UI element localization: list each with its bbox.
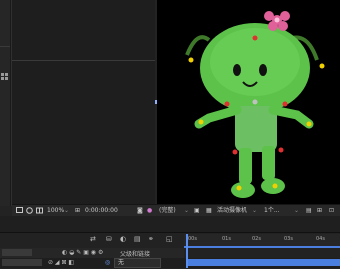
work-area-bar[interactable]	[184, 246, 340, 248]
timeline-tools: ⇄ ⛁ ◐ ▤ ⚭ ◱	[88, 234, 183, 246]
tick-label: 01s	[222, 236, 231, 242]
tools-strip	[0, 0, 11, 206]
zoom-select[interactable]: 100%	[47, 207, 64, 215]
av-switch-icons: ◐ ◒ ✎ ▣ ◉ ⚙	[62, 249, 104, 256]
comp-flowchart-icon[interactable]: ◱	[166, 235, 173, 243]
divider	[0, 46, 10, 47]
tick-label: 02s	[252, 236, 261, 242]
show-snapshot-icon[interactable]: ⊡	[329, 207, 334, 215]
tick-label: 00s	[188, 236, 197, 242]
layer-switches[interactable]: ⊘ ◢ ⊠ ◧	[48, 259, 74, 266]
camera-select[interactable]: 活动摄像机	[217, 207, 247, 215]
transparency-grid-icon[interactable]: ▦	[206, 207, 212, 215]
tick-label: 03s	[284, 236, 293, 242]
layer-header: ◐ ◒ ✎ ▣ ◉ ⚙ 父级和链接	[0, 248, 184, 258]
camera-snapshot-icon[interactable]: ◙	[137, 207, 143, 215]
parent-pickwhip-icon[interactable]: ◎	[105, 259, 110, 266]
divider	[12, 60, 155, 61]
project-panel	[11, 0, 155, 206]
composition-viewer[interactable]	[157, 0, 340, 204]
parent-select[interactable]: 无	[114, 258, 161, 268]
motion-blur-icon[interactable]: ◐	[120, 235, 126, 243]
views-select[interactable]: 1个...	[264, 207, 280, 215]
preview-icon[interactable]	[16, 207, 23, 214]
layer-duration-bar[interactable]	[188, 259, 340, 266]
playhead[interactable]	[186, 234, 188, 268]
layer-name-field[interactable]	[2, 259, 42, 266]
tick-label: 04s	[316, 236, 325, 242]
grid-icon[interactable]	[1, 66, 9, 80]
chevron-down-icon[interactable]: ⌄	[64, 207, 69, 215]
character-image	[185, 11, 325, 198]
frame-blend-icon[interactable]: ⛁	[106, 235, 112, 243]
layer-color-swatch	[2, 249, 32, 256]
color-channel-icon[interactable]: ●	[147, 207, 152, 215]
region-icon[interactable]	[26, 207, 33, 214]
resolution-select[interactable]: (完整)	[159, 207, 176, 215]
parent-link-header: 父级和链接	[120, 251, 151, 258]
snapshot-icon[interactable]: ▤	[306, 207, 312, 215]
grid-icon[interactable]: ⊞	[317, 207, 322, 215]
mask-icon[interactable]	[36, 207, 43, 214]
chevron-down-icon[interactable]: ⌄	[294, 207, 299, 215]
timecode[interactable]: 0:00:00:00	[85, 207, 118, 215]
app-window: 100% ⌄ ⊞ 0:00:00:00 ◙ ● (完整) ⌄ ▣ ▦ 活动摄像机…	[0, 0, 340, 269]
chevron-down-icon[interactable]: ⌄	[184, 207, 189, 215]
shy-icon[interactable]: ⇄	[90, 235, 96, 243]
region-of-interest-icon[interactable]: ▣	[194, 207, 200, 215]
chevron-down-icon[interactable]: ⌄	[252, 207, 257, 215]
layout-icon[interactable]: ⊞	[75, 207, 80, 215]
panel-gap	[0, 216, 340, 232]
link-icon[interactable]: ⚭	[148, 235, 154, 243]
layer-row[interactable]: ⊘ ◢ ⊠ ◧ ◎ 无	[0, 258, 340, 268]
graph-editor-icon[interactable]: ▤	[134, 235, 141, 243]
